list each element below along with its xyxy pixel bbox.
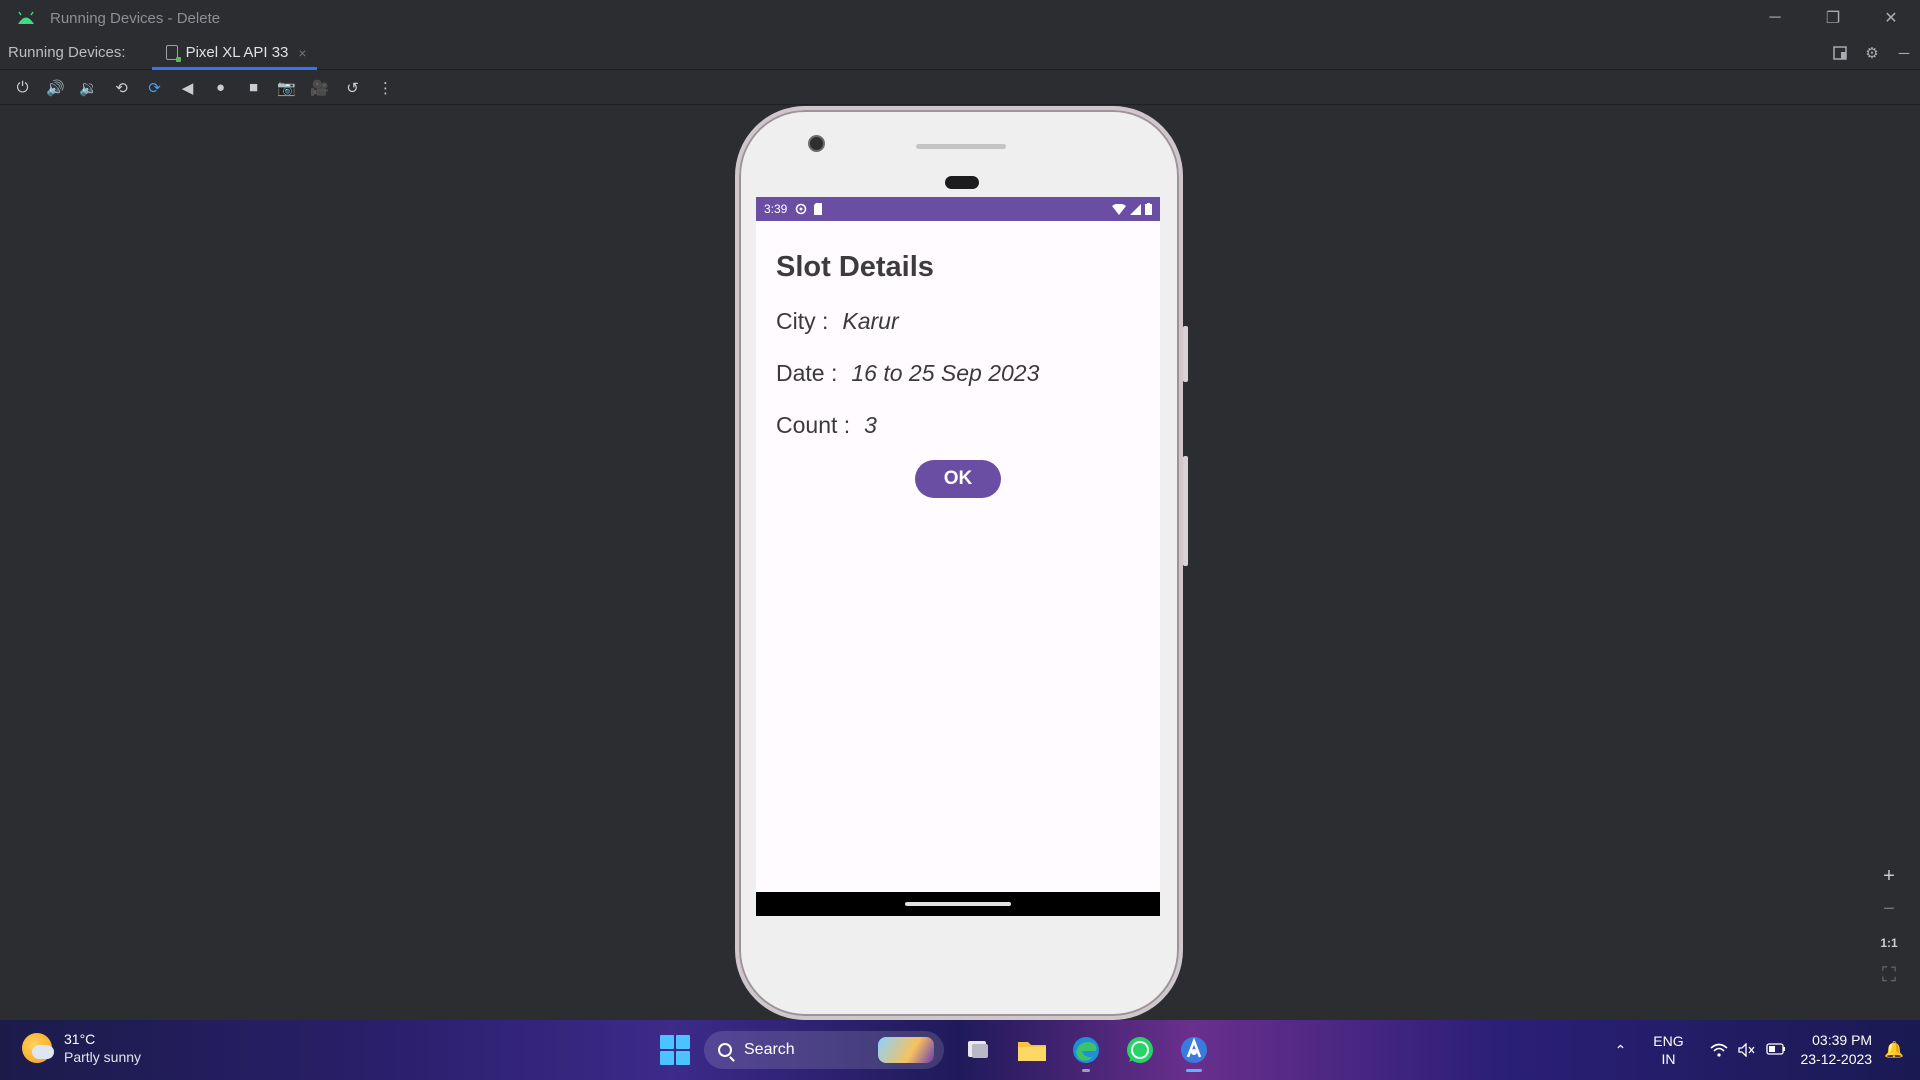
count-row: Count : 3 (776, 412, 1140, 439)
count-value: 3 (864, 412, 877, 438)
title-bar: Running Devices - Delete ─ ❐ ✕ (0, 0, 1920, 36)
device-screen: 3:39 Slot Details City : Karur Date : 16… (756, 197, 1160, 916)
camera-icon[interactable]: 📷 (270, 73, 303, 103)
ok-button[interactable]: OK (915, 460, 1001, 498)
running-devices-tabbar: Running Devices: Pixel XL API 33 × ⚙ ─ (0, 36, 1920, 70)
tab-active-indicator (151, 66, 317, 70)
count-label: Count : (776, 412, 851, 438)
android-nav-bar (756, 892, 1160, 916)
volume-up-icon[interactable]: 🔊 (39, 73, 72, 103)
minimize-button[interactable]: ─ (1746, 0, 1804, 36)
sd-card-icon (814, 203, 823, 215)
back-icon[interactable]: ◀ (171, 73, 204, 103)
reset-icon[interactable]: ↺ (336, 73, 369, 103)
weather-temp: 31°C (64, 1031, 96, 1047)
edge-browser-icon[interactable] (1066, 1030, 1106, 1072)
video-icon[interactable]: 🎥 (303, 73, 336, 103)
active-indicator (1186, 1069, 1202, 1072)
lang-line1: ENG (1653, 1033, 1684, 1049)
search-highlight-image (878, 1037, 934, 1063)
window-controls: ─ ❐ ✕ (1746, 0, 1920, 36)
device-toolbar: ⏻ 🔊 🔉 ⟲ ⟳ ◀ ● ■ 📷 🎥 ↺ ⋮ (0, 71, 1920, 105)
wifi-icon (1112, 203, 1126, 215)
wifi-tray-icon (1710, 1043, 1728, 1057)
side-button-volume (1183, 456, 1188, 566)
android-status-bar: 3:39 (756, 197, 1160, 221)
input-language[interactable]: ENG IN (1640, 1032, 1696, 1068)
tab-label: Pixel XL API 33 (185, 44, 289, 61)
zoom-in-icon[interactable]: + (1872, 860, 1906, 893)
taskbar-clock[interactable]: 03:39 PM 23-12-2023 (1800, 1031, 1872, 1069)
restore-button[interactable]: ❐ (1804, 0, 1862, 36)
settings-status-icon (796, 203, 807, 215)
date-row: Date : 16 to 25 Sep 2023 (776, 360, 1140, 387)
running-devices-label: Running Devices: (8, 44, 126, 61)
hide-icon[interactable]: ─ (1888, 36, 1920, 70)
tab-close-icon[interactable]: × (298, 45, 306, 61)
tab-pixel-xl[interactable]: Pixel XL API 33 × (148, 36, 317, 70)
zoom-fit-icon[interactable]: ⛶ (1872, 959, 1906, 992)
date-value: 16 to 25 Sep 2023 (851, 360, 1040, 386)
home-icon[interactable]: ● (204, 73, 237, 103)
front-camera (808, 135, 825, 152)
search-label: Search (744, 1041, 795, 1058)
slot-details-heading: Slot Details (776, 251, 934, 283)
taskbar-search[interactable]: Search (704, 1031, 944, 1069)
battery-icon (1145, 203, 1152, 215)
window-title: Running Devices - Delete (50, 9, 221, 27)
start-button-icon[interactable] (660, 1035, 690, 1065)
signal-icon (1130, 203, 1141, 215)
gesture-handle[interactable] (905, 902, 1011, 906)
city-label: City : (776, 308, 829, 334)
device-icon (165, 45, 181, 62)
show-hidden-icons-chevron-icon[interactable]: ⌃ (1600, 1042, 1640, 1059)
zoom-actual-size-button[interactable]: 1:1 (1872, 926, 1906, 959)
system-tray: ⌃ ENG IN 03:39 PM 23-12-2023 🔔 (1600, 1020, 1920, 1080)
date-label: Date : (776, 360, 838, 386)
zoom-controls: + − 1:1 ⛶ (1872, 860, 1906, 992)
slot-details-content: Slot Details City : Karur Date : 16 to 2… (756, 221, 1160, 498)
city-value: Karur (842, 308, 899, 334)
taskbar-apps: Search (660, 1028, 1214, 1072)
notification-bell-icon[interactable]: 🔔 (1884, 1040, 1904, 1060)
gear-icon[interactable]: ⚙ (1856, 36, 1888, 70)
lang-line2: IN (1661, 1051, 1676, 1067)
more-icon[interactable]: ⋮ (369, 73, 402, 103)
overview-icon[interactable]: ■ (237, 73, 270, 103)
whatsapp-icon[interactable] (1120, 1030, 1160, 1070)
city-row: City : Karur (776, 308, 1140, 335)
file-explorer-icon[interactable] (1012, 1030, 1052, 1070)
partly-sunny-icon (22, 1033, 54, 1063)
quick-settings[interactable] (1710, 1043, 1786, 1057)
windows-taskbar: 31°C Partly sunny Search ⌃ ENG IN 03:39 … (0, 1020, 1920, 1080)
clock-date: 23-12-2023 (1800, 1051, 1873, 1067)
status-notification-icons (795, 203, 823, 215)
layout-icon[interactable] (1824, 36, 1856, 70)
status-time: 3:39 (764, 202, 788, 216)
status-system-icons (1112, 203, 1152, 215)
side-button-power (1183, 326, 1188, 382)
close-button[interactable]: ✕ (1862, 0, 1920, 36)
task-view-icon[interactable] (958, 1030, 998, 1070)
volume-muted-icon (1738, 1043, 1755, 1057)
rotate-left-icon[interactable]: ⟲ (105, 73, 138, 103)
earpiece-speaker (916, 144, 1006, 149)
proximity-sensor (945, 176, 979, 189)
battery-tray-icon (1766, 1043, 1786, 1055)
tabbar-actions: ⚙ ─ (1824, 36, 1920, 70)
search-icon (718, 1043, 732, 1057)
clock-time: 03:39 PM (1812, 1032, 1873, 1048)
android-studio-taskbar-icon[interactable] (1174, 1030, 1214, 1072)
rotate-right-icon[interactable]: ⟳ (138, 73, 171, 103)
weather-desc: Partly sunny (64, 1049, 142, 1065)
volume-down-icon[interactable]: 🔉 (72, 73, 105, 103)
power-icon[interactable]: ⏻ (6, 73, 39, 103)
weather-widget[interactable]: 31°C Partly sunny (22, 1030, 141, 1066)
android-studio-icon (18, 11, 34, 24)
running-indicator (1082, 1069, 1090, 1072)
zoom-out-icon[interactable]: − (1872, 893, 1906, 926)
